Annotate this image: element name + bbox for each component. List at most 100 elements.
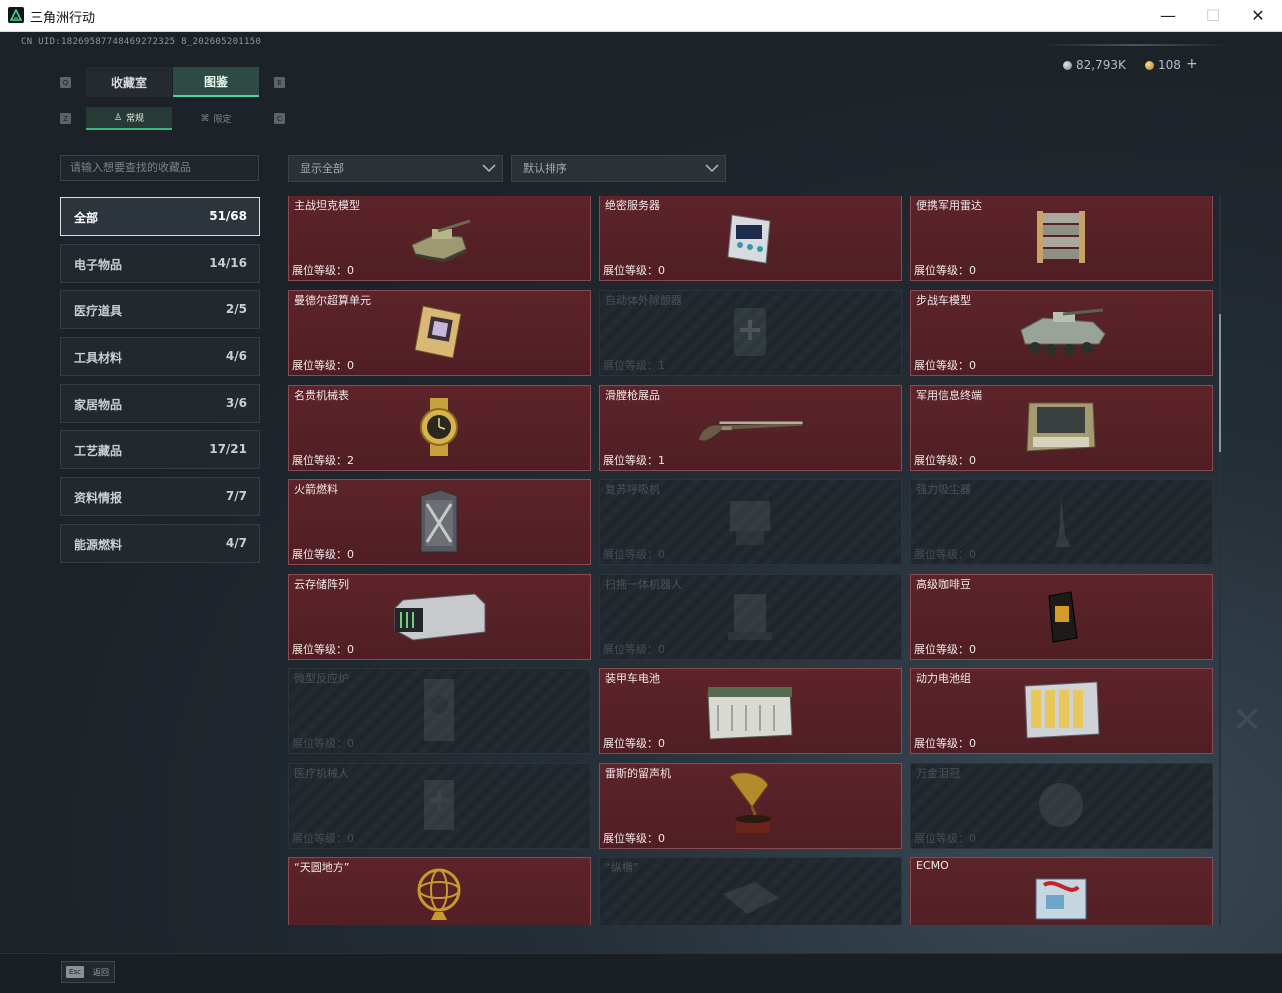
- category-name: 医疗道具: [74, 304, 123, 318]
- item-name: 军用信息终端: [916, 389, 982, 402]
- armillary-icon: [384, 866, 494, 925]
- collection-card[interactable]: 复苏呼吸机 展位等级：0: [599, 479, 902, 565]
- category-name: 工具材料: [74, 351, 123, 365]
- esc-key-hint: Esc: [66, 966, 84, 978]
- collection-card[interactable]: 扫拖一体机器人 展位等级：0: [599, 574, 902, 660]
- item-name: 名贵机械表: [294, 389, 349, 402]
- display-level: 展位等级：0: [914, 359, 976, 372]
- item-name: ECMO: [916, 859, 949, 872]
- collection-card[interactable]: 主战坦克模型 展位等级：0: [288, 196, 591, 281]
- display-level: 展位等级：0: [603, 264, 665, 277]
- header-decoration: [1040, 44, 1230, 46]
- subtab-limited-label: 限定: [213, 115, 232, 125]
- coffee-bag-icon: [1006, 583, 1116, 649]
- category-name: 能源燃料: [74, 538, 123, 552]
- back-button[interactable]: Esc 返回: [61, 961, 115, 983]
- collection-card[interactable]: 自动体外除颤器 展位等级：1: [599, 290, 902, 376]
- collection-card[interactable]: 强力吸尘器 展位等级：0: [910, 479, 1213, 565]
- category-item[interactable]: 医疗道具 2/5: [60, 290, 260, 329]
- item-name: 医疗机械人: [294, 767, 349, 780]
- tab-catalog[interactable]: 图鉴: [173, 67, 259, 97]
- collection-card[interactable]: 便携军用雷达 展位等级：0: [910, 196, 1213, 281]
- item-name: 云存储阵列: [294, 578, 349, 591]
- category-item[interactable]: 能源燃料 4/7: [60, 524, 260, 563]
- category-count: 7/7: [225, 489, 247, 503]
- display-level: 展位等级：0: [914, 643, 976, 656]
- category-item[interactable]: 工艺藏品 17/21: [60, 430, 260, 469]
- collection-card[interactable]: 微型反应炉 展位等级：0: [288, 668, 591, 754]
- collection-card[interactable]: 云存储阵列 展位等级：0: [288, 574, 591, 660]
- gramophone-icon: [695, 772, 805, 838]
- collection-card[interactable]: “纵横”: [599, 857, 902, 925]
- category-item[interactable]: 电子物品 14/16: [60, 244, 260, 283]
- add-currency-button[interactable]: +: [1186, 56, 1198, 72]
- tab-collection-room[interactable]: 收藏室: [86, 67, 172, 97]
- decorative-x-mark: ✕: [1232, 700, 1263, 741]
- category-name: 电子物品: [74, 258, 123, 272]
- category-item[interactable]: 工具材料 4/6: [60, 337, 260, 376]
- window-titlebar: 三角洲行动 — ☐ ✕: [0, 0, 1282, 32]
- display-level: 展位等级：0: [914, 832, 976, 845]
- collection-card[interactable]: “天圆地方”: [288, 857, 591, 925]
- subtab-limited[interactable]: ⌘ 限定: [173, 107, 259, 130]
- item-name: 自动体外除颤器: [605, 294, 682, 307]
- collection-card[interactable]: 装甲车电池 展位等级：0: [599, 668, 902, 754]
- category-name: 全部: [74, 211, 99, 225]
- item-name: 微型反应炉: [294, 672, 349, 685]
- item-name: “天圆地方”: [294, 861, 350, 874]
- collection-card[interactable]: 名贵机械表 展位等级：2: [288, 385, 591, 471]
- chevron-down-icon: [705, 164, 719, 173]
- category-name: 工艺藏品: [74, 444, 123, 458]
- display-level: 展位等级：0: [292, 359, 354, 372]
- collection-card[interactable]: ECMO: [910, 857, 1213, 925]
- collection-card[interactable]: 绝密服务器展位等级：0: [599, 196, 902, 281]
- display-level: 展位等级：0: [603, 548, 665, 561]
- subtab-regular-label: 常规: [126, 114, 145, 124]
- collection-card[interactable]: 万金泪冠 展位等级：0: [910, 763, 1213, 849]
- bottom-bar: [0, 953, 1282, 993]
- gold-coin-icon: [1145, 60, 1154, 70]
- collection-card[interactable]: 雷斯的留声机 展位等级：0: [599, 763, 902, 849]
- item-name: 曼德尔超算单元: [294, 294, 371, 307]
- category-item[interactable]: 资料情报 7/7: [60, 477, 260, 516]
- radar-icon: [1006, 204, 1116, 270]
- battery-icon: [695, 677, 805, 743]
- currency-gold-value: 108: [1158, 58, 1181, 72]
- cpu-board-icon: [384, 299, 494, 365]
- collection-card[interactable]: 高级咖啡豆 展位等级：0: [910, 574, 1213, 660]
- collection-card[interactable]: 医疗机械人 展位等级：0: [288, 763, 591, 849]
- item-name: “纵横”: [605, 861, 639, 874]
- scrollbar-thumb[interactable]: [1219, 314, 1221, 452]
- category-name: 资料情报: [74, 491, 123, 505]
- item-name: 滑膛枪展品: [605, 389, 660, 402]
- maximize-button[interactable]: ☐: [1190, 0, 1236, 31]
- chevron-down-icon: [482, 164, 496, 173]
- close-button[interactable]: ✕: [1235, 0, 1281, 31]
- display-level: 展位等级：0: [603, 643, 665, 656]
- search-input[interactable]: 请输入想要查找的收藏品: [60, 155, 259, 181]
- reactor-icon: [384, 677, 494, 743]
- terminal-icon: [1006, 394, 1116, 460]
- robot-vacuum-icon: [695, 583, 805, 649]
- category-count: 51/68: [209, 209, 247, 223]
- category-count: 2/5: [225, 302, 247, 316]
- minimize-button[interactable]: —: [1145, 0, 1191, 31]
- category-item[interactable]: 家居物品 3/6: [60, 384, 260, 423]
- collection-card[interactable]: 曼德尔超算单元 展位等级：0: [288, 290, 591, 376]
- collection-card[interactable]: 火箭燃料 展位等级：0: [288, 479, 591, 565]
- subtab-regular[interactable]: ♙ 常规: [86, 107, 172, 130]
- item-name: 便携军用雷达: [916, 199, 982, 212]
- item-name: 绝密服务器: [605, 199, 660, 212]
- key-hint-c: C: [274, 113, 285, 124]
- uid-text: CN UID:18269587748469272325 8_2026052011…: [21, 37, 262, 47]
- scrollbar-track[interactable]: [1219, 196, 1221, 925]
- filter-show-dropdown[interactable]: 显示全部: [288, 155, 503, 182]
- collection-card[interactable]: 滑膛枪展品 展位等级：1: [599, 385, 902, 471]
- window-title: 三角洲行动: [30, 11, 96, 26]
- category-item[interactable]: 全部 51/68: [60, 197, 260, 236]
- category-count: 17/21: [209, 442, 247, 456]
- sort-dropdown[interactable]: 默认排序: [511, 155, 726, 182]
- collection-card[interactable]: 军用信息终端 展位等级：0: [910, 385, 1213, 471]
- collection-card[interactable]: 动力电池组 展位等级：0: [910, 668, 1213, 754]
- collection-card[interactable]: 步战车模型 展位等级：0: [910, 290, 1213, 376]
